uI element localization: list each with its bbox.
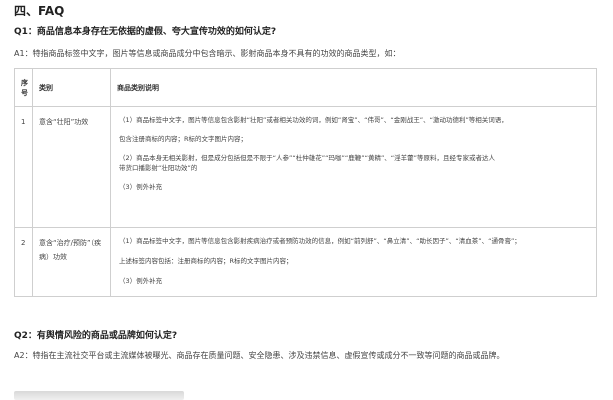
question-q2: Q2：有舆情风险的商品或品牌如何认定? [14, 331, 178, 341]
category-label: 意含“治疗/预防”（疾病）功效 [39, 239, 102, 261]
desc-line: （3）例外补充 [119, 277, 163, 285]
category-table: 序号 类别 商品类别说明 1 意含“壮阳”功效 （1）商品标签中文字，图片等信息… [14, 68, 597, 297]
desc-line: （1）商品标签中文字，图片等信息包含影射“壮阳”或者相关功效的词，例如“肾宝”、… [119, 116, 508, 124]
faq-page: 四、FAQ Q1：商品信息本身存在无依据的虚假、夸大宣传功效的如何认定? A1：… [0, 0, 613, 400]
desc-line: 带货口播影射“壮阳功效”的 [119, 164, 198, 172]
header-no: 序号 [14, 68, 33, 107]
row-description: （1）商品标签中文字，图片等信息包含影射“壮阳”或者相关功效的词，例如“肾宝”、… [110, 106, 597, 228]
table-row: 2 意含“治疗/预防”（疾病）功效 （1）商品标签中文字，图片等信息包含影射疾病… [14, 227, 597, 297]
question-q1: Q1：商品信息本身存在无依据的虚假、夸大宣传功效的如何认定? [14, 27, 277, 37]
table-row: 1 意含“壮阳”功效 （1）商品标签中文字，图片等信息包含影射“壮阳”或者相关功… [14, 106, 597, 228]
desc-line: 包含注册商标的内容；R标的文字图片内容； [119, 135, 248, 143]
answer-a2: A2：特指在主流社交平台或主流媒体被曝光、商品存在质量问题、安全隐患、涉及违禁信… [14, 351, 505, 360]
row-category: 意含“治疗/预防”（疾病）功效 [32, 227, 111, 297]
desc-line: （1）商品标签中文字，图片等信息包含影射疾病治疗或者预防功效的信息，例如“前列舒… [119, 237, 521, 245]
answer-a1: A1：特指商品标签中文字，图片等信息或商品成分中包含暗示、影射商品本身不具有的功… [14, 49, 401, 58]
row-description: （1）商品标签中文字，图片等信息包含影射疾病治疗或者预防功效的信息，例如“前列舒… [110, 227, 597, 297]
desc-line: （3）例外补充 [119, 183, 163, 191]
header-description: 商品类别说明 [110, 68, 597, 107]
row-number: 2 [14, 227, 33, 297]
table-header-row: 序号 类别 商品类别说明 [14, 68, 597, 107]
row-category: 意含“壮阳”功效 [32, 106, 111, 228]
section-title: 四、FAQ [14, 4, 65, 18]
cut-off-heading [14, 391, 184, 400]
desc-line: 上述标签内容包括：注册商标的内容；R标的文字图片内容； [119, 257, 293, 265]
row-number: 1 [14, 106, 33, 228]
desc-line: （2）商品本身无相关影射，但是成分包括但是不限于“人参”“杜仲雄花”“玛咖”“鹿… [119, 154, 496, 162]
header-category: 类别 [32, 68, 111, 107]
